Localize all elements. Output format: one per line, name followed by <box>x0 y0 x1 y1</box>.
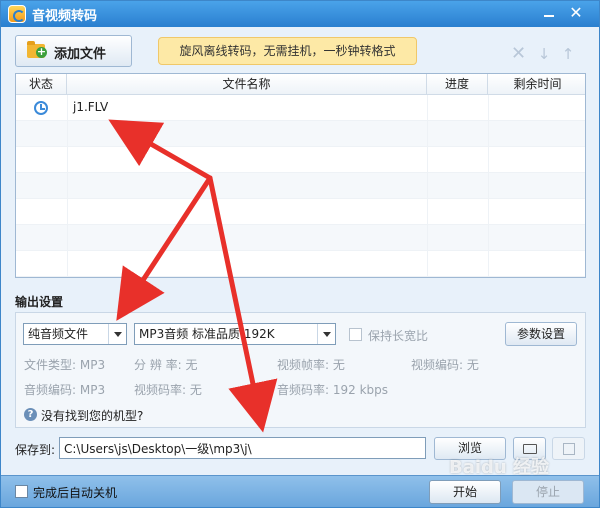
table-rows: j1.FLV <box>16 95 585 277</box>
add-file-label: 添加文件 <box>54 47 107 62</box>
table-row <box>16 121 585 147</box>
window-title: 音视频转码 <box>32 9 98 24</box>
start-button[interactable]: 开始 <box>429 480 501 504</box>
table-row <box>16 199 585 225</box>
chevron-down-icon[interactable] <box>108 324 126 344</box>
table-row[interactable]: j1.FLV <box>16 95 585 121</box>
video-bitrate-info: 视频码率: 无 <box>134 383 202 397</box>
header-remaining[interactable]: 剩余时间 <box>488 74 585 95</box>
output-type-select[interactable]: 纯音频文件 <box>23 323 127 345</box>
stop-button[interactable]: 停止 <box>512 480 584 504</box>
keep-aspect-checkbox[interactable] <box>349 328 362 341</box>
offline-convert-banner[interactable]: 旋风离线转码，无需挂机，一秒钟转格式 <box>158 37 417 65</box>
file-type-info: 文件类型: MP3 <box>24 358 106 372</box>
add-file-button[interactable]: 添加文件 <box>15 35 132 67</box>
file-table: 状态 文件名称 进度 剩余时间 j1.FLV <box>15 73 586 278</box>
move-down-icon[interactable]: ↓ <box>537 47 551 62</box>
baidu-watermark: Baidu 经验 <box>449 457 550 478</box>
auto-shutdown-checkbox[interactable] <box>15 485 28 498</box>
device-not-found-link[interactable]: 没有找到您的机型? <box>41 407 143 424</box>
add-folder-icon <box>27 41 47 58</box>
chevron-down-icon[interactable] <box>317 324 335 344</box>
waiting-clock-icon <box>34 101 48 115</box>
delete-icon[interactable]: ✕ <box>511 45 526 63</box>
output-settings-title: 输出设置 <box>15 295 64 309</box>
header-name[interactable]: 文件名称 <box>67 74 427 95</box>
auto-shutdown-label: 完成后自动关机 <box>33 486 118 500</box>
save-to-label: 保存到: <box>15 443 56 457</box>
header-status[interactable]: 状态 <box>16 74 67 95</box>
export-icon <box>563 443 575 455</box>
table-row <box>16 173 585 199</box>
output-type-value: 纯音频文件 <box>28 327 89 341</box>
audio-bitrate-info: 音频码率: 192 kbps <box>277 383 389 397</box>
move-up-icon[interactable]: ↑ <box>561 47 575 62</box>
parameter-settings-button[interactable]: 参数设置 <box>505 322 577 346</box>
output-format-value: MP3音频 标准品质 192K <box>139 327 275 341</box>
close-button[interactable]: ✕ <box>564 3 588 23</box>
file-name: j1.FLV <box>73 100 109 114</box>
app-icon <box>8 5 26 23</box>
keep-aspect-label: 保持长宽比 <box>368 329 429 343</box>
audio-codec-info: 音频编码: MP3 <box>24 383 106 397</box>
minimize-button[interactable] <box>537 3 561 23</box>
save-path-input[interactable] <box>59 437 426 459</box>
frame-rate-info: 视频帧率: 无 <box>277 358 345 372</box>
resolution-info: 分 辨 率: 无 <box>134 358 198 372</box>
header-progress[interactable]: 进度 <box>427 74 488 95</box>
title-bar[interactable]: 音视频转码 ✕ <box>1 1 599 27</box>
table-header: 状态 文件名称 进度 剩余时间 <box>16 74 585 95</box>
help-icon[interactable]: ? <box>24 408 37 421</box>
table-row <box>16 225 585 251</box>
table-row <box>16 251 585 277</box>
video-codec-info: 视频编码: 无 <box>411 358 479 372</box>
export-button[interactable] <box>552 437 585 460</box>
output-format-select[interactable]: MP3音频 标准品质 192K <box>134 323 336 345</box>
converter-window: 音视频转码 ✕ 添加文件 旋风离线转码，无需挂机，一秒钟转格式 ✕ ↓ ↑ 状态… <box>0 0 600 508</box>
table-row <box>16 147 585 173</box>
bottom-bar: 完成后自动关机 开始 停止 <box>1 475 599 507</box>
